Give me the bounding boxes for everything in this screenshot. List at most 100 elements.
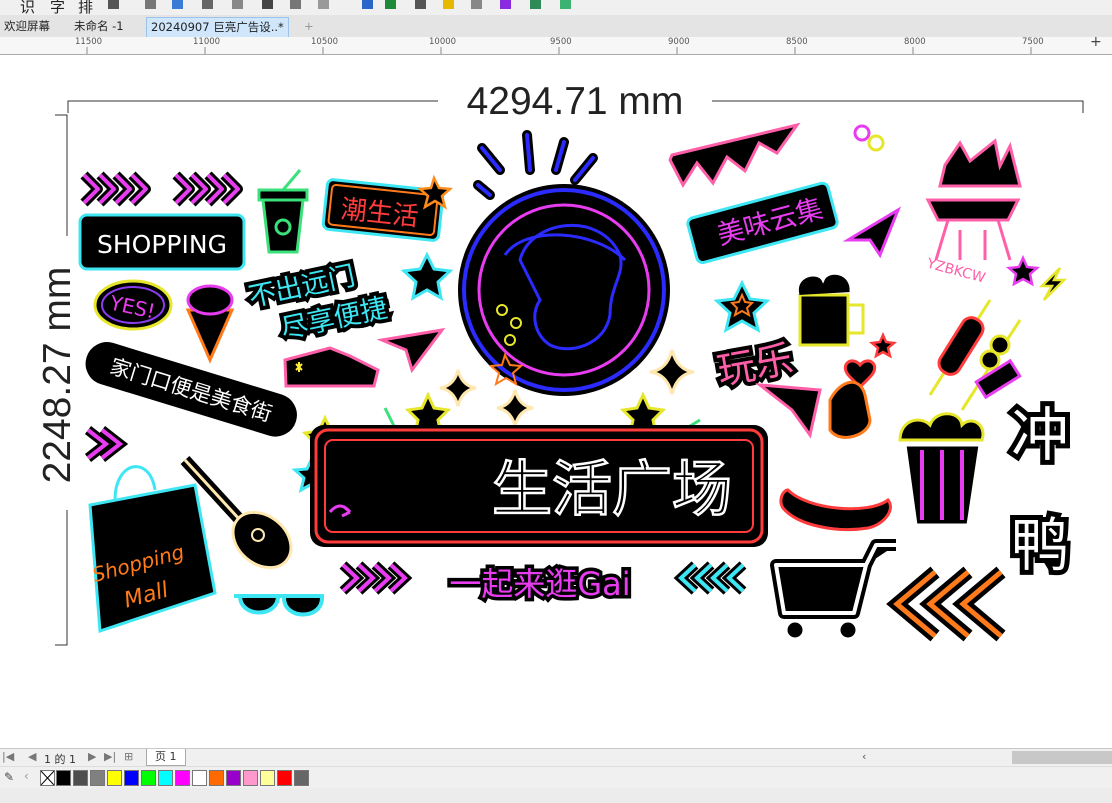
- line-icon[interactable]: [262, 0, 273, 9]
- rings-icon: [853, 124, 885, 152]
- color-swatch[interactable]: [158, 770, 173, 786]
- curve-icon[interactable]: [202, 0, 213, 9]
- lightning-icon: [1038, 267, 1068, 301]
- ruler-label: 8500: [786, 37, 808, 47]
- sparkle-icon: [439, 369, 477, 407]
- skewer-icon: [928, 299, 1022, 411]
- node-icon[interactable]: [232, 0, 243, 9]
- link-icon[interactable]: [172, 0, 183, 9]
- no-color-swatch[interactable]: [40, 770, 55, 786]
- star-icon: [1005, 254, 1041, 287]
- tab-welcome[interactable]: 欢迎屏幕: [0, 17, 54, 36]
- color-swatch[interactable]: [260, 770, 275, 786]
- color-swatch[interactable]: [56, 770, 71, 786]
- page-navigation-bar: |◀ ◀ 1 的 1 ▶ ▶| ⊞ 页 1 ‹: [0, 748, 1112, 767]
- ruler-label: 7500: [1022, 37, 1044, 47]
- sparkle-icon: [649, 349, 695, 395]
- format-icon[interactable]: [108, 0, 119, 9]
- main-title-sign: 生活广场: [310, 425, 768, 547]
- chevrons-magenta-icon: [80, 171, 243, 207]
- yzbkcw-text: YZBKCW: [924, 255, 987, 286]
- ice-cream-icon: [185, 284, 235, 364]
- fill-icon[interactable]: [560, 0, 571, 9]
- horizontal-ruler[interactable]: 11500 11000 10500 10000 9500 9000 8500 8…: [0, 37, 1112, 55]
- color-swatch[interactable]: [90, 770, 105, 786]
- star-icon: [868, 331, 898, 359]
- first-page-icon[interactable]: |◀: [2, 750, 14, 763]
- ruler-label: 8000: [904, 37, 926, 47]
- page-icon[interactable]: [362, 0, 373, 9]
- color-swatch[interactable]: [73, 770, 88, 786]
- dash-icon[interactable]: [318, 0, 329, 9]
- align-icon[interactable]: [415, 0, 426, 9]
- toolbar-glyph[interactable]: 字: [50, 0, 65, 15]
- color-swatch[interactable]: [243, 770, 258, 786]
- ruler-label: 11500: [75, 37, 103, 47]
- sunglasses-icon: [234, 594, 324, 617]
- color-swatch[interactable]: [209, 770, 224, 786]
- toolbar: 识 字 排: [0, 0, 1112, 15]
- color-swatch[interactable]: [192, 770, 207, 786]
- shopping-cart-icon: [770, 539, 896, 641]
- shopping-bag-icon: Shopping Mall: [88, 465, 217, 634]
- ruler-label: 11000: [193, 37, 221, 47]
- tab-active-document[interactable]: 20240907 巨亮广告设..*: [146, 17, 289, 37]
- neon-artwork[interactable]: 4294.71 mm 2248.27 mm SHOPPING 潮生活 不出远门 …: [0, 55, 1112, 748]
- tower-icon: YZBKCW: [924, 138, 1022, 287]
- paint-icon[interactable]: [530, 0, 541, 9]
- sparkle-icon: [496, 389, 534, 427]
- drawing-canvas[interactable]: 4294.71 mm 2248.27 mm SHOPPING 潮生活 不出远门 …: [0, 55, 1112, 748]
- bunting-icon: [668, 122, 801, 188]
- new-tab-button[interactable]: +: [300, 17, 318, 36]
- paper-plane-icon: [376, 327, 446, 374]
- slogan-text-group: 不出远门 不出远门 尽享便捷 尽享便捷: [242, 257, 394, 349]
- toolbar-glyph[interactable]: 排: [78, 0, 93, 15]
- color-swatch[interactable]: [277, 770, 292, 786]
- connector-icon[interactable]: [290, 0, 301, 9]
- main-title-text: 生活广场: [492, 455, 732, 525]
- next-page-icon[interactable]: ▶: [88, 750, 96, 763]
- last-page-icon[interactable]: ▶|: [104, 750, 116, 763]
- color-palette: ✎ ‹: [0, 766, 1112, 789]
- horizontal-scrollbar-thumb[interactable]: [1012, 751, 1112, 764]
- ruler-origin-icon[interactable]: +: [1090, 37, 1102, 50]
- page-tab[interactable]: 页 1: [146, 749, 186, 766]
- sneaker-icon: [283, 346, 380, 388]
- tab-untitled[interactable]: 未命名 -1: [70, 17, 128, 36]
- palette-scroll-icon[interactable]: ‹: [24, 769, 29, 783]
- color-swatch[interactable]: [226, 770, 241, 786]
- yes-bubble-icon: YES!: [93, 279, 173, 331]
- paper-plane-icon: [842, 206, 902, 259]
- tagline-group: 一起来逛Gai 一起来逛Gai: [339, 561, 747, 607]
- width-dimension[interactable]: 4294.71 mm: [467, 80, 684, 123]
- color-swatch[interactable]: [124, 770, 139, 786]
- add-page-icon[interactable]: ⊞: [124, 750, 133, 763]
- color-swatch[interactable]: [107, 770, 122, 786]
- toolbar-glyph[interactable]: 识: [20, 0, 35, 15]
- ruler-label: 10500: [311, 37, 339, 47]
- ruler-label: 10000: [429, 37, 457, 47]
- color-swatch[interactable]: [175, 770, 190, 786]
- color-swatch[interactable]: [141, 770, 156, 786]
- effect-icon[interactable]: [500, 0, 511, 9]
- ruler-label: 9500: [550, 37, 572, 47]
- dots-icon[interactable]: [471, 0, 482, 9]
- status-bar: [0, 788, 1112, 803]
- table-icon[interactable]: [145, 0, 156, 9]
- hand-heart-icon: [828, 381, 872, 439]
- color-swatch[interactable]: [294, 770, 309, 786]
- wan-le-text: 玩乐: [714, 337, 797, 394]
- height-dimension[interactable]: 2248.27 mm: [36, 267, 79, 484]
- scroll-left-icon[interactable]: ‹: [862, 750, 866, 763]
- eyedropper-icon[interactable]: ✎: [4, 770, 14, 784]
- grid-icon[interactable]: [443, 0, 454, 9]
- prev-page-icon[interactable]: ◀: [28, 750, 36, 763]
- shape-icon[interactable]: [385, 0, 396, 9]
- cursor-icon: [755, 383, 822, 439]
- wan-le-text-group: 玩乐 玩乐: [710, 333, 801, 398]
- mei-wei-yun-ji-sign: 美味云集: [686, 181, 839, 265]
- popcorn-icon: [898, 412, 985, 527]
- page-count: 1 的 1: [44, 753, 76, 766]
- document-tabs: 欢迎屏幕 未命名 -1 20240907 巨亮广告设..* +: [0, 15, 1112, 38]
- door-sign: 家门口便是美食街: [82, 339, 300, 440]
